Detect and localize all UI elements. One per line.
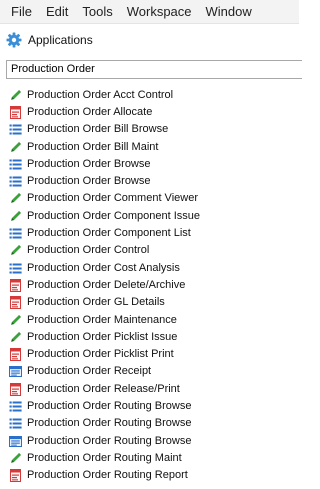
report-icon [9, 469, 22, 483]
list-item-label: Production Order Comment Viewer [27, 192, 198, 205]
list-icon [9, 262, 22, 275]
applications-title: Applications [28, 33, 93, 47]
list-item[interactable]: Production Order Bill Browse [9, 121, 299, 138]
menu-edit[interactable]: Edit [39, 0, 75, 24]
pencil-icon [9, 452, 22, 465]
list-item-label: Production Order Receipt [27, 365, 152, 378]
list-item-label: Production Order Picklist Print [27, 348, 174, 361]
list-item[interactable]: Production Order Maintenance [9, 311, 299, 328]
window-icon [9, 435, 22, 448]
pencil-icon [9, 210, 22, 223]
report-icon [9, 105, 22, 119]
list-item[interactable]: Production Order Routing Browse [9, 415, 299, 432]
menu-bar: File Edit Tools Workspace Window [0, 0, 299, 24]
list-item[interactable]: Production Order Receipt [9, 363, 299, 380]
menu-file[interactable]: File [4, 0, 39, 24]
applications-header: Applications [0, 24, 299, 56]
list-item-label: Production Order Routing Browse [27, 417, 192, 430]
list-item[interactable]: Production Order Routing Maint [9, 450, 299, 467]
list-icon [9, 158, 22, 171]
pencil-icon [9, 192, 22, 205]
search-box [0, 56, 302, 79]
list-icon [9, 175, 22, 188]
pencil-icon [9, 331, 22, 344]
report-icon [9, 278, 22, 292]
list-item[interactable]: Production Order Acct Control [9, 87, 299, 104]
list-item[interactable]: Production Order Routing Browse [9, 398, 299, 415]
list-icon [9, 123, 22, 136]
list-item-label: Production Order Routing Browse [27, 399, 192, 412]
list-item[interactable]: Production Order Picklist Print [9, 346, 299, 363]
menu-tools[interactable]: Tools [75, 0, 119, 24]
list-item-label: Production Order GL Details [27, 296, 165, 309]
search-input[interactable] [6, 59, 302, 79]
list-item-label: Production Order Delete/Archive [27, 278, 186, 291]
list-item[interactable]: Production Order Component Issue [9, 208, 299, 225]
report-icon [9, 382, 22, 396]
list-item-label: Production Order Routing Browse [27, 434, 192, 447]
list-item-label: Production Order Routing Report [27, 469, 188, 482]
results-list: Production Order Acct Control Production … [0, 87, 299, 485]
window-icon [9, 365, 22, 378]
list-item[interactable]: Production Order Component List [9, 225, 299, 242]
list-item-label: Production Order Allocate [27, 105, 153, 118]
pencil-icon [9, 244, 22, 257]
list-item-label: Production Order Acct Control [27, 88, 174, 101]
report-icon [9, 348, 22, 362]
list-item[interactable]: Production Order Picklist Issue [9, 329, 299, 346]
menu-workspace[interactable]: Workspace [120, 0, 199, 24]
list-item-label: Production Order Component Issue [27, 209, 201, 222]
list-item-label: Production Order Cost Analysis [27, 261, 180, 274]
list-item[interactable]: Production Order Browse [9, 173, 299, 190]
list-item-label: Production Order Release/Print [27, 382, 180, 395]
list-item-label: Production Order Browse [27, 175, 151, 188]
pencil-icon [9, 89, 22, 102]
gear-icon [6, 32, 22, 48]
list-item-label: Production Order Maintenance [27, 313, 177, 326]
list-item[interactable]: Production Order Release/Print [9, 381, 299, 398]
list-icon [9, 227, 22, 240]
list-item-label: Production Order Bill Maint [27, 140, 159, 153]
list-item-label: Production Order Component List [27, 227, 191, 240]
list-item-label: Production Order Browse [27, 157, 151, 170]
menu-window[interactable]: Window [199, 0, 259, 24]
list-item-label: Production Order Bill Browse [27, 123, 169, 136]
list-item[interactable]: Production Order Control [9, 242, 299, 259]
list-item[interactable]: Production Order Comment Viewer [9, 190, 299, 207]
list-item[interactable]: Production Order Delete/Archive [9, 277, 299, 294]
list-item[interactable]: Production Order Routing Browse [9, 432, 299, 449]
report-icon [9, 296, 22, 310]
list-item-label: Production Order Control [27, 244, 150, 257]
pencil-icon [9, 141, 22, 154]
list-item[interactable]: Production Order Browse [9, 156, 299, 173]
list-item[interactable]: Production Order Allocate [9, 104, 299, 121]
list-item-label: Production Order Routing Maint [27, 451, 182, 464]
list-item[interactable]: Production Order GL Details [9, 294, 299, 311]
pencil-icon [9, 314, 22, 327]
list-item-label: Production Order Picklist Issue [27, 330, 178, 343]
list-item[interactable]: Production Order Cost Analysis [9, 259, 299, 276]
list-icon [9, 417, 22, 430]
list-icon [9, 400, 22, 413]
list-item[interactable]: Production Order Routing Report [9, 467, 299, 484]
list-item[interactable]: Production Order Bill Maint [9, 138, 299, 155]
